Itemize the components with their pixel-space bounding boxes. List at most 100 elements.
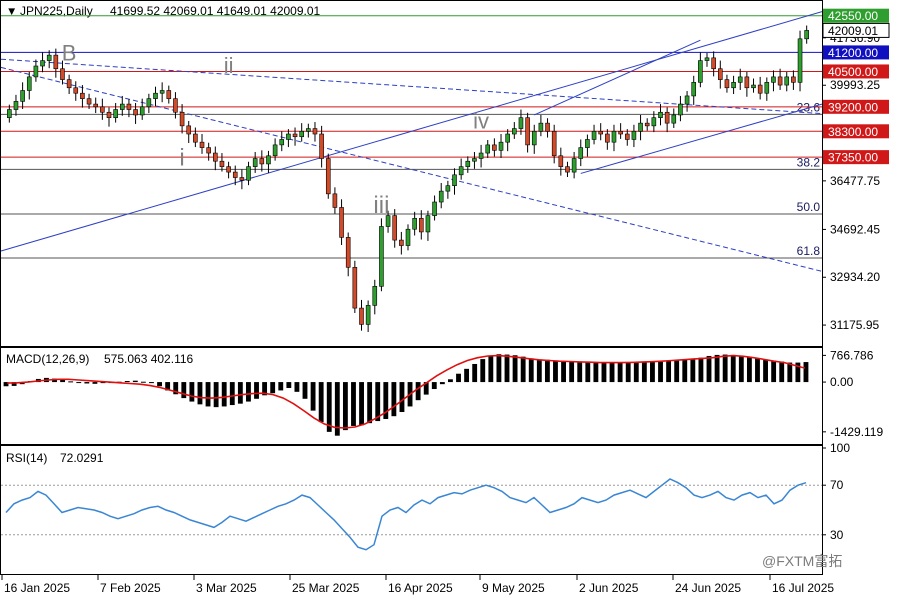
candle-body (153, 92, 158, 99)
candle-body (804, 30, 809, 40)
macd-bar (221, 382, 227, 407)
candle-body (66, 79, 72, 89)
macd-bar (367, 382, 373, 424)
candle-body (797, 38, 803, 83)
candle-body (40, 60, 45, 67)
candle-body (206, 147, 211, 154)
candle-body (658, 111, 663, 118)
candle-body (777, 76, 783, 86)
candle-body (173, 98, 178, 113)
candle-body (624, 133, 630, 140)
candle-body (438, 190, 444, 203)
fib-label-50.0: 50.0 (797, 200, 821, 214)
candle-body (664, 111, 670, 124)
macd-bar (755, 358, 760, 383)
macd-bar (197, 382, 203, 405)
macd-bar (286, 382, 292, 388)
macd-bar (730, 354, 736, 383)
macd-bar (641, 361, 647, 383)
candle-body (219, 160, 225, 167)
time-tick-label: 24 Jun 2025 (675, 581, 741, 595)
time-tick-label: 16 Jan 2025 (4, 581, 70, 595)
macd-bar (342, 382, 348, 431)
macd-bar (359, 382, 364, 426)
candle-body (498, 141, 504, 151)
candle-body (571, 158, 577, 173)
candle-body (332, 193, 338, 208)
candle-body (146, 98, 152, 108)
candle-body (126, 103, 132, 110)
macd-bar (399, 382, 405, 413)
candle-body (26, 76, 32, 91)
macd-bar (294, 382, 300, 392)
candle-body (119, 103, 125, 110)
level-box-label-37350.00: 37350.00 (828, 151, 878, 165)
macd-bar (585, 362, 591, 383)
candle-body (478, 152, 484, 159)
candle-body (631, 130, 637, 140)
macd-bar (561, 361, 566, 383)
chart-canvas: ▼ JPN225,Daily 41699.52 42069.01 41649.0… (0, 0, 890, 595)
price-tick-label: 32934.20 (830, 270, 880, 284)
candle-body (266, 155, 271, 165)
macd-bar (351, 382, 356, 426)
macd-bar (456, 373, 461, 383)
candle-body (252, 158, 258, 167)
candle-body (698, 60, 703, 83)
candle-body (784, 76, 790, 86)
macd-bar (213, 382, 219, 408)
candle-body (299, 130, 304, 138)
candle-body (718, 68, 723, 80)
rsi-tick-label: 100 (830, 441, 850, 455)
rsi-panel-frame (0, 445, 823, 575)
level-box-label-40500.00: 40500.00 (828, 65, 878, 79)
macd-bar (650, 361, 655, 383)
candle-body (445, 185, 451, 192)
candle-body (512, 128, 517, 135)
candle-body (505, 133, 510, 143)
candle-body (578, 147, 584, 159)
rsi-line (5, 478, 807, 551)
candle-body (199, 141, 205, 148)
candle-body (425, 215, 431, 233)
price-tick-label: 39993.25 (830, 78, 880, 92)
time-axis: 16 Jan 2025 7 Feb 2025 3 Mar 2025 25 Mar 20… (1, 575, 834, 595)
rsi-tick-label: 30 (830, 528, 844, 542)
candle-body (711, 57, 716, 70)
macd-bar (431, 382, 437, 390)
macd-bar (569, 361, 575, 383)
macd-bar (84, 382, 90, 384)
macd-bar (157, 382, 162, 387)
macd-bar (520, 356, 526, 383)
macd-bar (803, 362, 809, 383)
candle-body (465, 160, 471, 167)
wave-label-iii: iii (373, 192, 389, 219)
candle-body (472, 158, 477, 162)
macd-bar (132, 380, 138, 383)
candle-body (325, 158, 331, 195)
candle-body (432, 201, 437, 216)
macd-bar (617, 362, 623, 383)
macd-bar (488, 355, 494, 383)
macd-bar (464, 368, 470, 383)
candle-body (485, 144, 491, 154)
rsi-plot: 100 70 30 (1, 441, 850, 551)
level-box-label-39200.00: 39200.00 (828, 100, 878, 114)
wave-label-iv: iv (473, 109, 489, 134)
candle-body (671, 114, 677, 124)
candle-body (551, 130, 557, 157)
time-tick-label: 16 Apr 2025 (388, 581, 453, 595)
price-header-arrow-icon[interactable]: ▼ (6, 6, 17, 18)
candle-body (272, 144, 278, 157)
candle-body (418, 218, 424, 233)
candle-body (458, 166, 464, 176)
macd-bar (528, 358, 534, 383)
candle-body (186, 125, 192, 135)
candle-body (618, 130, 623, 135)
macd-bar (318, 382, 324, 423)
macd-bar (674, 360, 680, 383)
macd-bar (593, 362, 599, 383)
candle-body (13, 101, 19, 110)
candle-body (73, 87, 79, 94)
candle-body (232, 171, 238, 178)
